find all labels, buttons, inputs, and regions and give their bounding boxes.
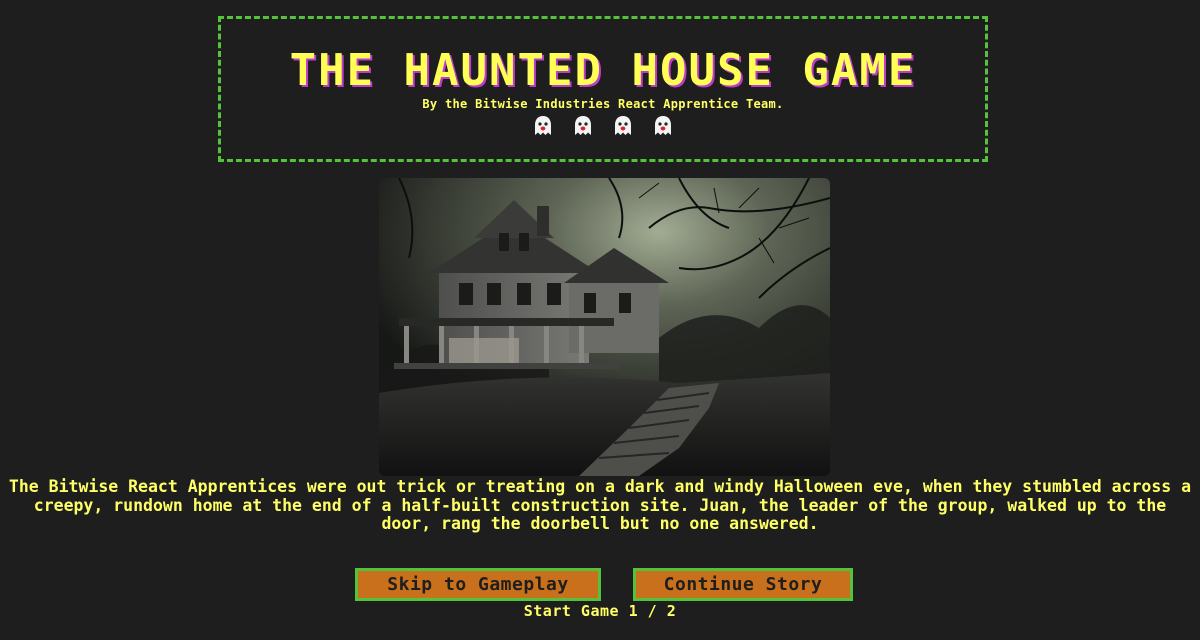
continue-story-button[interactable]: Continue Story: [633, 568, 853, 601]
story-progress: Start Game 1 / 2: [0, 602, 1200, 620]
haunted-house-image: [379, 178, 830, 476]
page-separator: /: [647, 602, 658, 620]
story-text: The Bitwise React Apprentices were out t…: [8, 477, 1192, 533]
ghost-icon: [615, 116, 631, 135]
start-game-label: Start Game: [523, 602, 620, 620]
ghost-icon-row: [221, 115, 985, 137]
title-banner: THE HAUNTED HOUSE GAME By the Bitwise In…: [218, 16, 988, 162]
page-total: 2: [666, 602, 677, 620]
credits-subtitle: By the Bitwise Industries React Apprenti…: [422, 97, 784, 111]
page-current: 1: [628, 602, 639, 620]
ghost-icon: [655, 116, 671, 135]
game-title: THE HAUNTED HOUSE GAME: [289, 45, 917, 96]
skip-to-gameplay-button[interactable]: Skip to Gameplay: [355, 568, 601, 601]
ghost-icon: [535, 116, 551, 135]
ghost-icon: [575, 116, 591, 135]
